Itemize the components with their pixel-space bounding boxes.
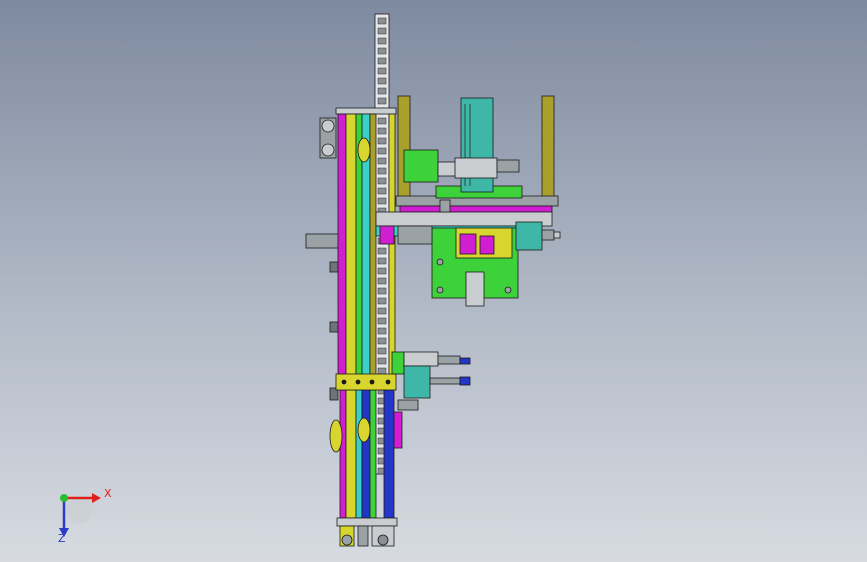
rail-hole: [377, 17, 387, 25]
left-pulley-assembly: [305, 117, 341, 401]
rail-hole: [377, 187, 387, 195]
z-axis-label: Z: [58, 532, 66, 545]
x-axis-arrowhead: [92, 493, 101, 503]
x-axis-label: X: [104, 487, 112, 500]
rail-hole: [377, 57, 387, 65]
rail-hole: [377, 97, 387, 105]
rail-hole: [377, 137, 387, 145]
rail-hole: [377, 127, 387, 135]
rail-hole: [377, 367, 387, 375]
rail-hole: [377, 277, 387, 285]
gripper-module: [379, 225, 519, 307]
rail-hole: [377, 337, 387, 345]
y-axis-point: [60, 494, 68, 502]
rail-hole: [377, 37, 387, 45]
rail-hole: [377, 197, 387, 205]
pneumatic-cylinder-group: [391, 351, 471, 411]
coordinate-triad: X Z: [58, 487, 112, 545]
rail-hole: [377, 157, 387, 165]
rail-hole: [377, 307, 387, 315]
rail-hole: [377, 247, 387, 255]
rail-hole: [377, 327, 387, 335]
rail-hole: [377, 317, 387, 325]
rail-hole: [377, 167, 387, 175]
rail-hole: [377, 77, 387, 85]
rail-hole: [377, 47, 387, 55]
rail-hole: [377, 257, 387, 265]
main-frame: [329, 107, 403, 547]
servo-motor: [454, 97, 520, 193]
rail-hole: [377, 87, 387, 95]
rail-hole: [377, 177, 387, 185]
rail-hole: [377, 117, 387, 125]
rail-hole: [377, 27, 387, 35]
rail-hole: [377, 147, 387, 155]
side-stepper-motor: [515, 221, 561, 251]
rail-hole: [377, 67, 387, 75]
rail-hole: [377, 287, 387, 295]
cad-viewport[interactable]: X Z: [0, 0, 867, 562]
rail-hole: [377, 267, 387, 275]
rail-hole: [377, 347, 387, 355]
rail-hole: [377, 297, 387, 305]
rail-hole: [377, 357, 387, 365]
